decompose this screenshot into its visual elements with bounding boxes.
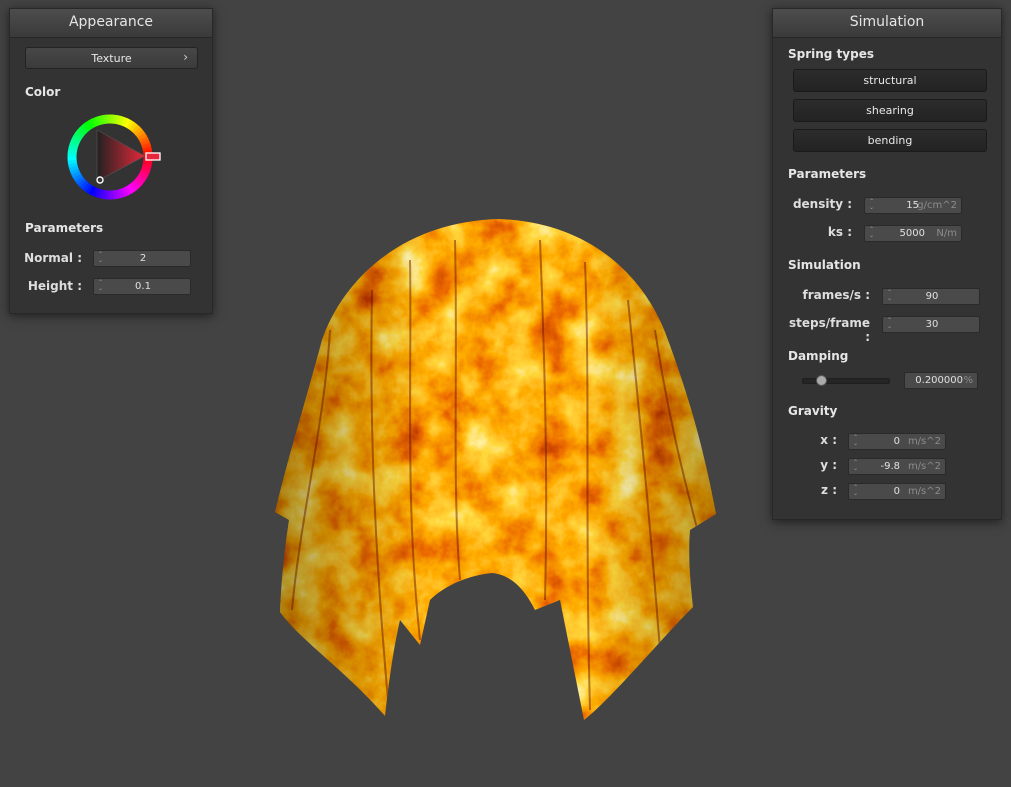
spinner-icon[interactable]: ⌃ ⌄ (869, 227, 876, 240)
fps-value: 90 (925, 291, 939, 302)
appearance-title: Appearance (10, 9, 212, 38)
fps-label: frames/s : (802, 288, 870, 302)
height-field[interactable]: ⌃ ⌄ 0.1 (93, 278, 191, 295)
shearing-toggle[interactable]: shearing (793, 99, 987, 122)
ks-field[interactable]: ⌃ ⌄ 5000 N/m (864, 225, 962, 242)
damping-slider-knob[interactable] (815, 375, 827, 386)
damping-field[interactable]: 0.200000 % (904, 372, 978, 389)
appearance-panel: Appearance Texture › Color Parameters No… (9, 8, 213, 314)
height-label: Height : (27, 279, 82, 293)
gravity-z-label: z : (821, 483, 837, 497)
structural-toggle[interactable]: structural (793, 69, 987, 92)
density-field[interactable]: ⌃ ⌄ 15 g/cm^2 (864, 197, 962, 214)
spinner-icon[interactable]: ⌃ ⌄ (853, 435, 860, 448)
fps-field[interactable]: ⌃ ⌄ 90 (882, 288, 980, 305)
simulation-panel: Simulation Spring types structural shear… (772, 8, 1002, 520)
ks-value: 5000 (899, 228, 925, 239)
spinner-icon[interactable]: ⌃ ⌄ (853, 460, 860, 473)
gravity-y-unit: m/s^2 (907, 461, 941, 472)
gravity-x-field[interactable]: ⌃ ⌄ 0 m/s^2 (848, 433, 946, 450)
steps-label: steps/frame : (788, 316, 870, 344)
spinner-icon[interactable]: ⌃ ⌄ (853, 485, 860, 498)
density-label: density : (792, 197, 852, 211)
color-wheel[interactable] (65, 109, 165, 209)
gravity-z-value: 0 (893, 486, 900, 497)
steps-value: 30 (925, 319, 939, 330)
normal-label: Normal : (24, 251, 82, 265)
sim-parameters-heading: Parameters (788, 167, 867, 181)
spring-types-heading: Spring types (788, 47, 875, 61)
gravity-heading: Gravity (788, 404, 838, 418)
gravity-x-label: x : (820, 433, 837, 447)
spinner-icon[interactable]: ⌃ ⌄ (869, 199, 876, 212)
damping-heading: Damping (788, 349, 849, 363)
color-heading: Color (25, 85, 61, 99)
steps-field[interactable]: ⌃ ⌄ 30 (882, 316, 980, 333)
density-unit: g/cm^2 (917, 200, 957, 211)
gravity-y-label: y : (820, 458, 837, 472)
damping-unit: % (963, 375, 973, 386)
gravity-y-value: -9.8 (880, 461, 900, 472)
ks-unit: N/m (936, 228, 957, 239)
chevron-right-icon: › (183, 50, 188, 64)
appearance-parameters-heading: Parameters (25, 221, 104, 235)
damping-value: 0.200000 (915, 375, 963, 386)
bending-toggle[interactable]: bending (793, 129, 987, 152)
gravity-y-field[interactable]: ⌃ ⌄ -9.8 m/s^2 (848, 458, 946, 475)
gravity-x-value: 0 (893, 436, 900, 447)
height-value: 0.1 (135, 281, 151, 292)
gravity-z-unit: m/s^2 (907, 486, 941, 497)
hue-selector (145, 152, 161, 161)
simulation-heading: Simulation (788, 258, 861, 272)
texture-button[interactable]: Texture › (25, 47, 198, 69)
normal-field[interactable]: ⌃ ⌄ 2 (93, 250, 191, 267)
normal-value: 2 (139, 253, 147, 264)
texture-button-label: Texture (91, 52, 132, 65)
gravity-z-field[interactable]: ⌃ ⌄ 0 m/s^2 (848, 483, 946, 500)
damping-slider[interactable] (802, 375, 890, 386)
simulation-title: Simulation (773, 9, 1001, 38)
gravity-x-unit: m/s^2 (907, 436, 941, 447)
ks-label: ks : (827, 225, 852, 239)
